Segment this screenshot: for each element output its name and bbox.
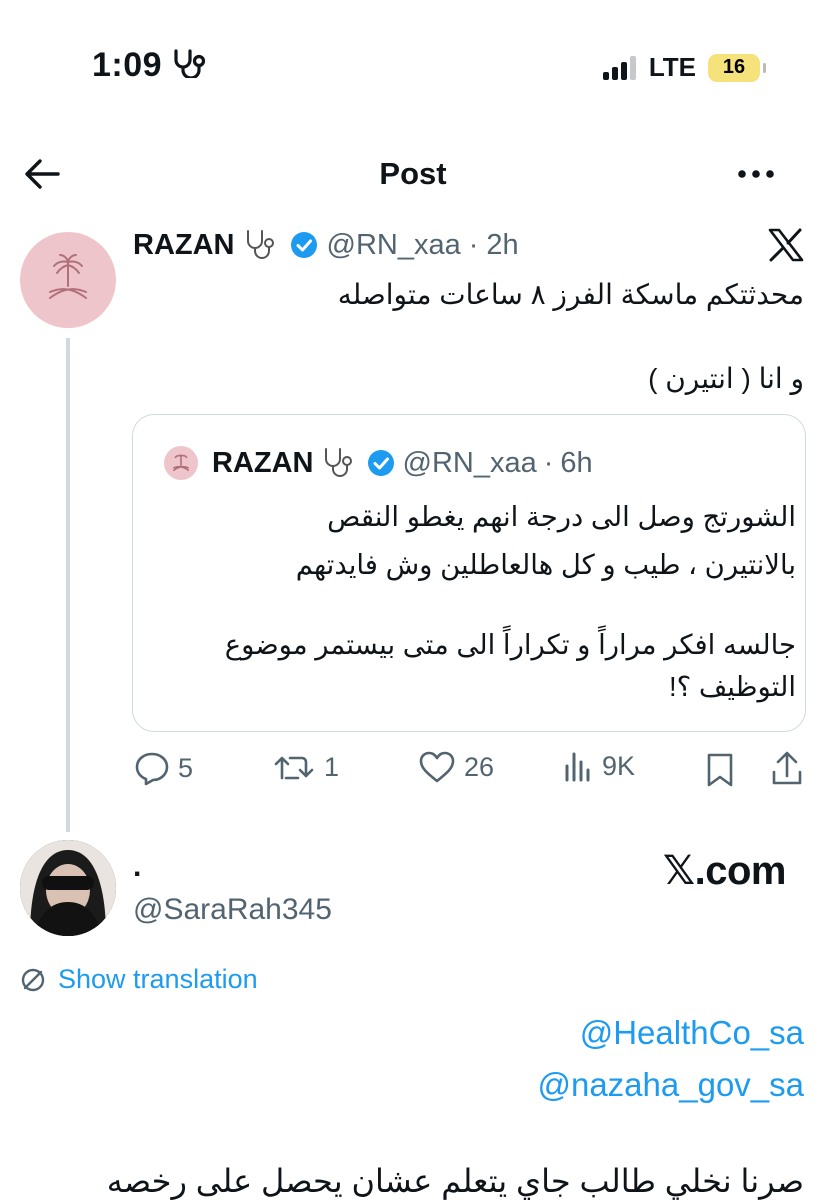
quoted-post-time: 6h [560,446,593,479]
verified-badge-icon [290,232,317,258]
palm-swords-emblem-icon [173,454,189,471]
verified-badge-icon [367,450,394,476]
repost-button[interactable]: 1 [272,750,339,784]
meta-separator: · [468,228,479,261]
post-author-line: RAZAN @RN_xaa · 2h [133,228,519,262]
reply-text-line-1: صرنا نخلي طالب جاي يتعلم عشان يحصل على ر… [106,1163,804,1199]
reply-author-name[interactable]: . [133,850,141,884]
show-translation-label: Show translation [58,964,258,994]
network-type: LTE [648,52,696,82]
health-icon [174,49,206,80]
person-photo-icon [20,840,116,936]
quoted-author-name: RAZAN [212,446,314,479]
reply-button[interactable]: 5 [134,750,193,786]
views-button[interactable]: 9K [562,750,635,782]
quoted-text-line-3: جالسه افكر مراراً و تكراراً الى متى بيست… [224,629,796,660]
post-time[interactable]: 2h [486,229,518,262]
stethoscope-icon [246,230,274,259]
status-indicators: LTE 16 [602,52,766,83]
post-action-bar: 5 1 26 9K [134,750,806,790]
mention-healthco[interactable]: @HealthCo_sa [580,1014,804,1052]
views-bar-chart-icon [565,752,590,782]
stethoscope-icon [324,448,352,477]
quoted-text-line-1: الشورتج وصل الى درجة انهم يغطو النقص [327,501,796,532]
quoted-author-line: RAZAN @RN_xaa · 6h [212,446,593,480]
share-icon[interactable] [770,750,804,788]
author-avatar[interactable] [20,232,116,328]
bookmark-icon[interactable] [704,752,736,788]
thread-connector-line [66,338,70,832]
reply-author-handle[interactable]: @SaraRah345 [133,893,332,927]
repost-arrows-icon [274,756,314,780]
signal-icon [602,55,636,80]
battery-level: 16 [722,56,746,78]
author-name[interactable]: RAZAN [133,229,235,262]
battery-indicator: 16 [708,53,766,82]
show-translation-link[interactable]: Show translation [20,964,258,995]
post-text-line-1: محدثتكم ماسكة الفرز ٨ ساعات متواصله [337,279,804,310]
more-options-icon[interactable] [736,168,776,180]
translate-globe-icon [21,968,45,991]
post-text-line-2: و انا ( انتيرن ) [648,363,804,394]
x-logo-icon [768,228,804,262]
reply-count: 5 [178,752,194,783]
watermark-xcom: 𝕏.com [662,849,787,893]
quoted-text-line-4: التوظيف ؟! [668,671,796,702]
quoted-author-avatar [164,446,198,480]
repost-count: 1 [324,751,340,782]
mention-nazaha[interactable]: @nazaha_gov_sa [537,1066,804,1104]
status-time: 1:09 [92,46,212,85]
palm-swords-emblem-icon [49,254,87,299]
like-button[interactable]: 26 [418,750,494,784]
quoted-meta-separator: · [543,446,554,479]
quoted-author-handle: @RN_xaa [402,446,537,479]
status-time-label: 1:09 [92,46,163,84]
reply-bubble-icon [135,752,169,786]
heart-icon [419,751,455,783]
like-count: 26 [464,751,495,782]
quoted-text-line-2: بالانتيرن ، طيب و كل هالعاطلين وش فايدته… [295,549,796,580]
reply-author-avatar[interactable] [20,840,116,936]
views-count: 9K [602,750,636,781]
author-handle[interactable]: @RN_xaa [327,229,461,262]
page-title: Post [379,156,447,191]
